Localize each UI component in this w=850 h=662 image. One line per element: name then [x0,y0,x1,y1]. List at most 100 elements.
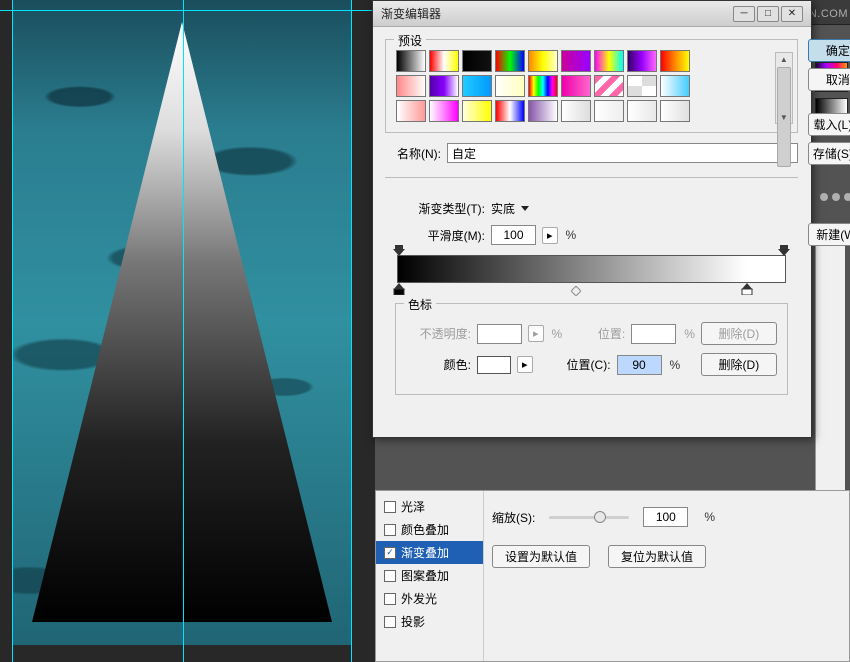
scale-label: 缩放(S): [492,509,535,526]
smoothness-stepper[interactable]: ▸ [542,227,558,244]
gradient-preview[interactable] [397,255,786,283]
load-button[interactable]: 载入(L)... [808,113,850,136]
preset-swatch[interactable] [594,75,624,97]
ls-item-pattern-overlay[interactable]: 图案叠加 [376,564,483,587]
slider-thumb[interactable] [594,511,606,523]
scale-input[interactable] [643,507,688,527]
ls-item-label: 投影 [401,613,425,630]
close-button[interactable]: ✕ [781,6,803,22]
checkbox[interactable] [384,524,396,536]
preset-swatch[interactable] [429,75,459,97]
preset-swatch[interactable] [462,75,492,97]
scroll-up-icon[interactable]: ▲ [778,53,790,65]
position-label: 位置: [580,325,625,342]
cancel-button[interactable]: 取消 [808,68,850,91]
preset-swatch[interactable] [462,100,492,122]
opacity-stop-right[interactable] [778,245,790,257]
preset-swatch[interactable] [528,75,558,97]
preset-swatch[interactable] [429,50,459,72]
name-input[interactable] [447,143,798,163]
opacity-label: 不透明度: [406,325,471,342]
canvas-area [0,0,375,662]
save-button[interactable]: 存储(S)... [808,142,850,165]
set-default-button[interactable]: 设置为默认值 [492,545,590,568]
percent-label: % [670,358,681,372]
gradient-settings: 渐变类型(T): 实底 平滑度(M): ▸ % [385,177,798,415]
gradient-editor-dialog: 渐变编辑器 ─ □ ✕ 预设 ▲ ▼ 名称(N): [372,0,812,438]
guide-vertical-left[interactable] [12,0,13,662]
preset-swatch[interactable] [627,75,657,97]
percent-label: % [552,327,563,341]
dropdown-value: 实底 [491,200,515,217]
color-position-input[interactable] [617,355,662,375]
preset-swatch[interactable] [396,100,426,122]
ls-item-label: 颜色叠加 [401,521,449,538]
dialog-titlebar[interactable]: 渐变编辑器 ─ □ ✕ [373,1,811,27]
smoothness-input[interactable] [491,225,536,245]
reset-default-button[interactable]: 复位为默认值 [608,545,706,568]
gradient-triangle-shape [32,22,332,622]
preset-swatch[interactable] [561,75,591,97]
preset-swatch[interactable] [396,50,426,72]
ok-button[interactable]: 确定 [808,39,850,62]
layer-style-panel: 光泽 颜色叠加 ✓渐变叠加 图案叠加 外发光 投影 缩放(S): % 设置为默认… [375,490,850,662]
preset-swatch[interactable] [660,100,690,122]
preset-swatch[interactable] [396,75,426,97]
percent-label: % [684,327,695,341]
preset-swatch[interactable] [495,50,525,72]
preset-swatch[interactable] [462,50,492,72]
opacity-stepper: ▸ [528,325,544,342]
presets-scrollbar[interactable]: ▲ ▼ [775,52,793,124]
color-flyout[interactable]: ▸ [517,356,533,373]
presets-fieldset: 预设 ▲ ▼ [385,39,798,133]
ls-item-gradient-overlay[interactable]: ✓渐变叠加 [376,541,483,564]
preset-swatch[interactable] [495,100,525,122]
preset-swatch[interactable] [660,75,690,97]
preset-swatch[interactable] [561,100,591,122]
minimize-button[interactable]: ─ [733,6,755,22]
guide-vertical-center[interactable] [183,0,184,662]
preset-swatch[interactable] [495,75,525,97]
color-stop-right[interactable] [741,283,753,295]
color-swatch[interactable] [477,356,511,374]
preset-swatch[interactable] [528,50,558,72]
preset-swatch[interactable] [561,50,591,72]
gradient-bar[interactable] [397,255,786,283]
new-button[interactable]: 新建(W) [808,223,850,246]
delete-color-stop-button[interactable]: 删除(D) [701,353,777,376]
ls-item-color-overlay[interactable]: 颜色叠加 [376,518,483,541]
ls-item-outer-glow[interactable]: 外发光 [376,587,483,610]
checkbox[interactable] [384,570,396,582]
ls-item-label: 图案叠加 [401,567,449,584]
checkbox[interactable] [384,616,396,628]
guide-vertical-right[interactable] [351,0,352,662]
presets-grid [396,50,767,122]
color-stop-left[interactable] [393,283,405,295]
preset-swatch[interactable] [594,100,624,122]
preset-swatch[interactable] [528,100,558,122]
preset-swatch[interactable] [429,100,459,122]
guide-horizontal[interactable] [0,10,375,11]
preset-swatch[interactable] [660,50,690,72]
scale-slider[interactable] [549,516,629,519]
midpoint-marker[interactable] [570,285,581,296]
ls-item-gloss[interactable]: 光泽 [376,495,483,518]
delete-opacity-stop-button: 删除(D) [701,322,777,345]
preset-swatch[interactable] [627,100,657,122]
opacity-stop-left[interactable] [393,245,405,257]
gradient-type-dropdown[interactable]: 实底 [491,200,529,217]
maximize-button[interactable]: □ [757,6,779,22]
checkbox[interactable] [384,501,396,513]
checkbox-checked[interactable]: ✓ [384,547,396,559]
ls-item-drop-shadow[interactable]: 投影 [376,610,483,633]
checkbox[interactable] [384,593,396,605]
preset-swatch[interactable] [594,50,624,72]
stops-legend: 色标 [404,296,436,313]
layer-style-list: 光泽 颜色叠加 ✓渐变叠加 图案叠加 外发光 投影 [376,491,484,661]
document-canvas[interactable] [12,0,352,645]
scroll-down-icon[interactable]: ▼ [778,111,790,123]
preset-swatch[interactable] [627,50,657,72]
dialog-title-text: 渐变编辑器 [381,5,441,22]
opacity-input [477,324,522,344]
smoothness-label: 平滑度(M): [395,227,485,244]
